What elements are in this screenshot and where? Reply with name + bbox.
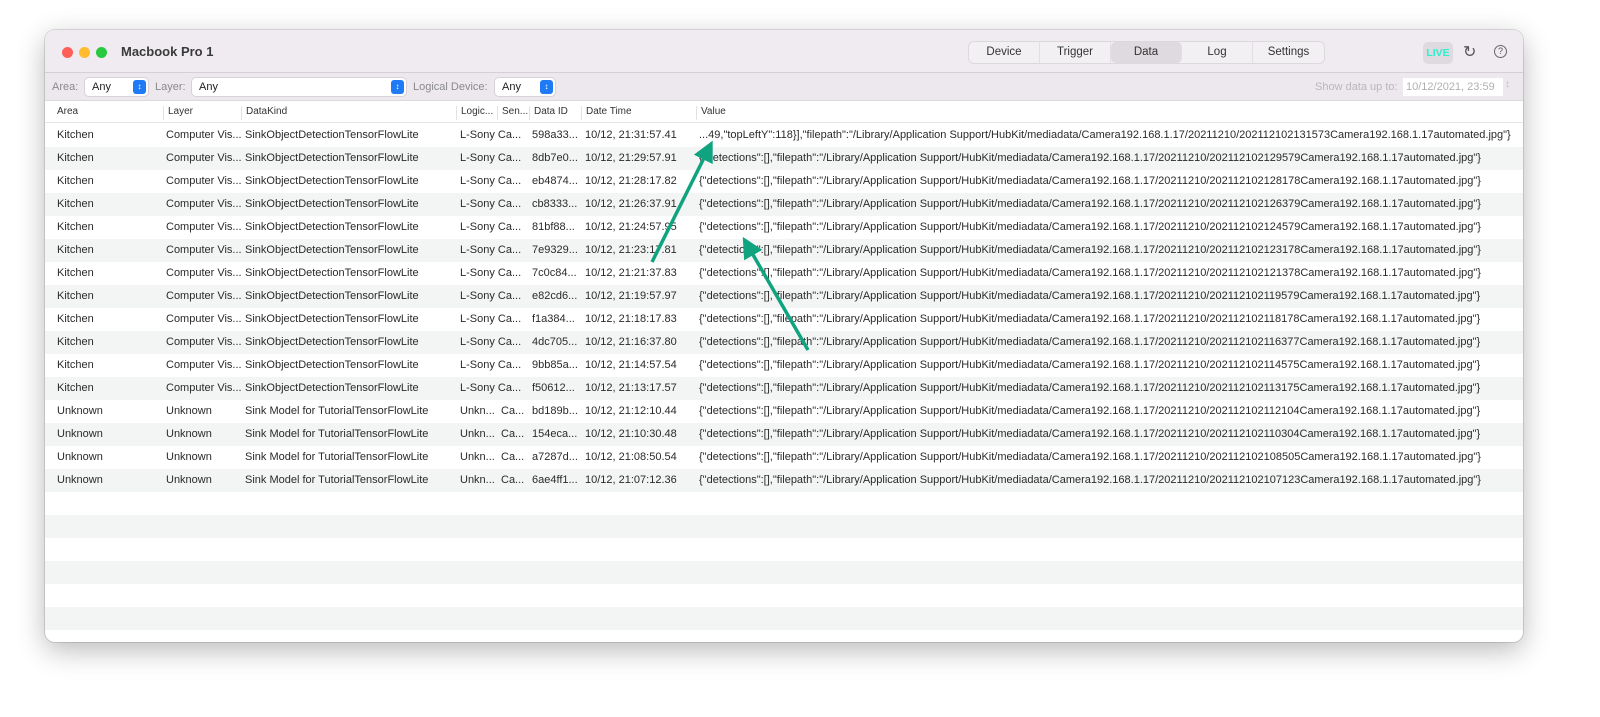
annotation-overlay: [650, 140, 810, 351]
annotation-arrow: [742, 236, 810, 351]
annotation-arrow: [650, 140, 713, 263]
